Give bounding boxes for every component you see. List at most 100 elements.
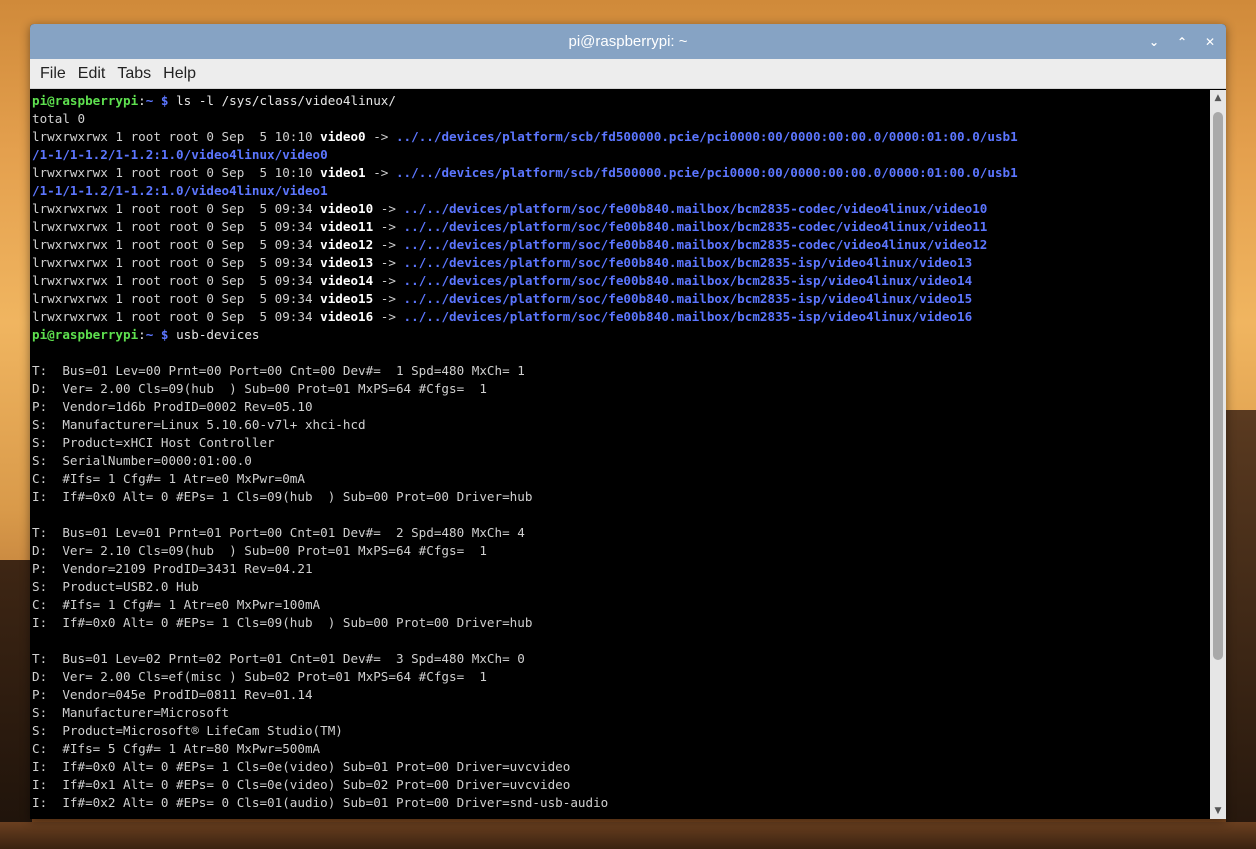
menu-help[interactable]: Help: [163, 65, 196, 83]
terminal-line: I: If#=0x1 Alt= 0 #EPs= 0 Cls=0e(video) …: [32, 776, 1210, 794]
symlink-target: /1-1/1-1.2/1-1.2:1.0/video4linux/video1: [32, 183, 328, 198]
output-text: P: Vendor=045e ProdID=0811 Rev=01.14: [32, 687, 313, 702]
output-text: ->: [373, 273, 404, 288]
menu-tabs[interactable]: Tabs: [117, 65, 151, 83]
output-text: D: Ver= 2.00 Cls=ef(misc ) Sub=02 Prot=0…: [32, 669, 487, 684]
maximize-icon[interactable]: ⌃: [1176, 35, 1188, 49]
terminal-line: /1-1/1-1.2/1-1.2:1.0/video4linux/video0: [32, 146, 1210, 164]
terminal-line: /1-1/1-1.2/1-1.2:1.0/video4linux/video1: [32, 182, 1210, 200]
command-text: :: [138, 327, 146, 342]
terminal-line: S: Product=xHCI Host Controller: [32, 434, 1210, 452]
output-text: ->: [373, 237, 404, 252]
terminal-line: lrwxrwxrwx 1 root root 0 Sep 5 10:10 vid…: [32, 128, 1210, 146]
device-name: video14: [320, 273, 374, 288]
wallpaper-hill-left: [0, 560, 32, 849]
title-bar[interactable]: pi@raspberrypi: ~ ⌄ ⌃ ✕: [30, 24, 1226, 59]
terminal-output[interactable]: pi@raspberrypi:~ $ ls -l /sys/class/vide…: [30, 90, 1210, 819]
symlink-target: ../../devices/platform/soc/fe00b840.mail…: [403, 309, 973, 324]
terminal-line: C: #Ifs= 1 Cfg#= 1 Atr=e0 MxPwr=0mA: [32, 470, 1210, 488]
minimize-icon[interactable]: ⌄: [1148, 35, 1160, 49]
output-text: T: Bus=01 Lev=01 Prnt=01 Port=00 Cnt=01 …: [32, 525, 525, 540]
terminal-line: S: SerialNumber=0000:01:00.0: [32, 452, 1210, 470]
terminal-line: I: If#=0x0 Alt= 0 #EPs= 1 Cls=0e(video) …: [32, 758, 1210, 776]
terminal-line: lrwxrwxrwx 1 root root 0 Sep 5 09:34 vid…: [32, 200, 1210, 218]
symlink-target: /1-1/1-1.2/1-1.2:1.0/video4linux/video0: [32, 147, 328, 162]
terminal-window: pi@raspberrypi: ~ ⌄ ⌃ ✕ File Edit Tabs H…: [30, 24, 1226, 819]
output-text: ->: [373, 309, 404, 324]
terminal-line: S: Manufacturer=Microsoft: [32, 704, 1210, 722]
terminal-line: S: Product=USB2.0 Hub: [32, 578, 1210, 596]
command-text: usb-devices: [176, 327, 260, 342]
output-text: lrwxrwxrwx 1 root root 0 Sep 5 09:34: [32, 273, 321, 288]
output-text: S: Product=xHCI Host Controller: [32, 435, 275, 450]
menu-bar: File Edit Tabs Help: [30, 59, 1226, 89]
output-text: ->: [373, 219, 404, 234]
output-text: I: If#=0x2 Alt= 0 #EPs= 0 Cls=01(audio) …: [32, 795, 609, 810]
scroll-thumb[interactable]: [1213, 112, 1223, 660]
symlink-target: ../../devices/platform/soc/fe00b840.mail…: [403, 255, 973, 270]
terminal-line: T: Bus=01 Lev=02 Prnt=02 Port=01 Cnt=01 …: [32, 650, 1210, 668]
device-name: video1: [320, 165, 366, 180]
terminal-line: pi@raspberrypi:~ $ ls -l /sys/class/vide…: [32, 92, 1210, 110]
output-text: S: SerialNumber=0000:01:00.0: [32, 453, 252, 468]
output-text: S: Product=USB2.0 Hub: [32, 579, 199, 594]
terminal-line: I: If#=0x2 Alt= 0 #EPs= 0 Cls=01(audio) …: [32, 794, 1210, 812]
output-text: ->: [373, 291, 404, 306]
terminal-line: lrwxrwxrwx 1 root root 0 Sep 5 09:34 vid…: [32, 218, 1210, 236]
wallpaper-hill-right: [1226, 410, 1256, 849]
wallpaper-hill-bottom: [0, 822, 1256, 849]
terminal-line: T: Bus=01 Lev=00 Prnt=00 Port=00 Cnt=00 …: [32, 362, 1210, 380]
output-text: D: Ver= 2.00 Cls=09(hub ) Sub=00 Prot=01…: [32, 381, 487, 396]
scroll-up-icon[interactable]: ▲: [1210, 90, 1226, 106]
prompt-path: $: [153, 93, 177, 108]
terminal-line: S: Manufacturer=Linux 5.10.60-v7l+ xhci-…: [32, 416, 1210, 434]
output-text: S: Product=Microsoft® LifeCam Studio(TM): [32, 723, 343, 738]
menu-file[interactable]: File: [40, 65, 66, 83]
terminal-line: lrwxrwxrwx 1 root root 0 Sep 5 09:34 vid…: [32, 254, 1210, 272]
menu-edit[interactable]: Edit: [78, 65, 106, 83]
terminal-line: pi@raspberrypi:~ $ usb-devices: [32, 326, 1210, 344]
terminal-line: P: Vendor=2109 ProdID=3431 Rev=04.21: [32, 560, 1210, 578]
device-name: video13: [320, 255, 374, 270]
terminal-line: I: If#=0x0 Alt= 0 #EPs= 1 Cls=09(hub ) S…: [32, 614, 1210, 632]
device-name: video16: [320, 309, 374, 324]
window-title: pi@raspberrypi: ~: [568, 33, 688, 50]
terminal-line: C: #Ifs= 5 Cfg#= 1 Atr=80 MxPwr=500mA: [32, 740, 1210, 758]
output-text: T: Bus=01 Lev=00 Prnt=00 Port=00 Cnt=00 …: [32, 363, 525, 378]
vertical-scrollbar[interactable]: ▲ ▼: [1210, 90, 1226, 819]
output-text: lrwxrwxrwx 1 root root 0 Sep 5 09:34: [32, 201, 321, 216]
output-text: total 0: [32, 111, 86, 126]
symlink-target: ../../devices/platform/scb/fd500000.pcie…: [395, 129, 1018, 144]
device-name: video15: [320, 291, 374, 306]
terminal-line: P: Vendor=045e ProdID=0811 Rev=01.14: [32, 686, 1210, 704]
symlink-target: ../../devices/platform/soc/fe00b840.mail…: [403, 273, 973, 288]
output-text: T: Bus=01 Lev=02 Prnt=02 Port=01 Cnt=01 …: [32, 651, 525, 666]
output-text: I: If#=0x1 Alt= 0 #EPs= 0 Cls=0e(video) …: [32, 777, 571, 792]
device-name: video0: [320, 129, 366, 144]
output-text: lrwxrwxrwx 1 root root 0 Sep 5 10:10: [32, 129, 321, 144]
terminal-line: I: If#=0x0 Alt= 0 #EPs= 1 Cls=09(hub ) S…: [32, 488, 1210, 506]
device-name: video12: [320, 237, 374, 252]
prompt-user-host: pi@raspberrypi: [32, 93, 139, 108]
symlink-target: ../../devices/platform/soc/fe00b840.mail…: [403, 237, 988, 252]
symlink-target: ../../devices/platform/soc/fe00b840.mail…: [403, 201, 988, 216]
output-text: C: #Ifs= 5 Cfg#= 1 Atr=80 MxPwr=500mA: [32, 741, 321, 756]
close-icon[interactable]: ✕: [1204, 35, 1216, 49]
symlink-target: ../../devices/platform/soc/fe00b840.mail…: [403, 291, 973, 306]
scroll-down-icon[interactable]: ▼: [1210, 803, 1226, 819]
terminal-line: lrwxrwxrwx 1 root root 0 Sep 5 09:34 vid…: [32, 308, 1210, 326]
terminal-line: D: Ver= 2.10 Cls=09(hub ) Sub=00 Prot=01…: [32, 542, 1210, 560]
device-name: video10: [320, 201, 374, 216]
device-name: video11: [320, 219, 374, 234]
output-text: S: Manufacturer=Linux 5.10.60-v7l+ xhci-…: [32, 417, 366, 432]
output-text: ->: [365, 165, 396, 180]
symlink-target: ../../devices/platform/scb/fd500000.pcie…: [395, 165, 1018, 180]
output-text: ->: [365, 129, 396, 144]
output-text: lrwxrwxrwx 1 root root 0 Sep 5 09:34: [32, 255, 321, 270]
output-text: S: Manufacturer=Microsoft: [32, 705, 230, 720]
output-text: lrwxrwxrwx 1 root root 0 Sep 5 09:34: [32, 291, 321, 306]
terminal-line: lrwxrwxrwx 1 root root 0 Sep 5 09:34 vid…: [32, 290, 1210, 308]
